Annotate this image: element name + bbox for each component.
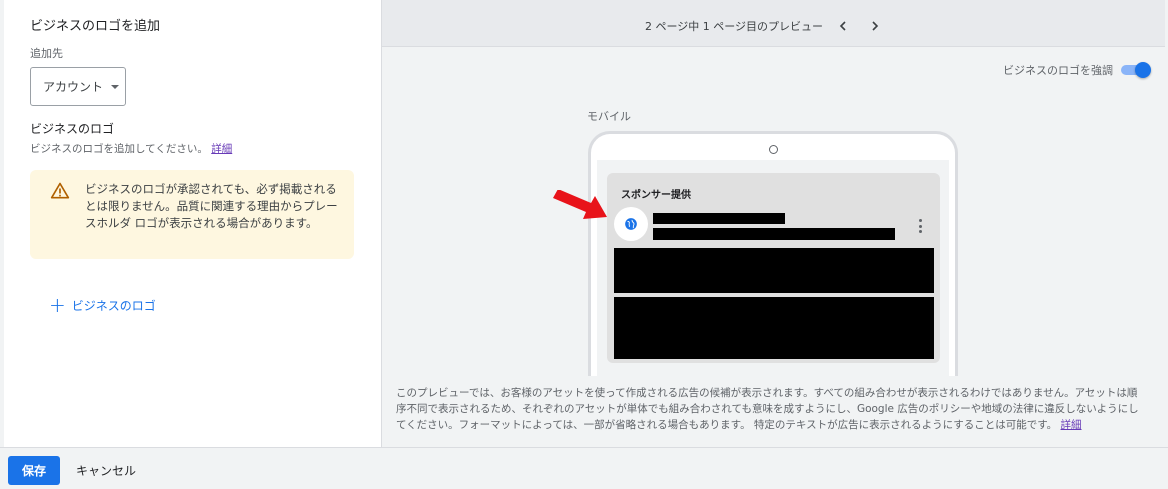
add-logo-label: ビジネスのロゴ (71, 298, 156, 313)
redacted-business-name (653, 213, 785, 224)
warning-icon (50, 182, 70, 199)
add-logo-button[interactable]: + ビジネスのロゴ (49, 295, 156, 315)
plus-icon: + (49, 293, 66, 317)
caret-down-icon (111, 84, 120, 89)
logo-subtext-label: ビジネスのロゴを追加してください。 (30, 143, 208, 155)
phone-frame: スポンサー提供 (588, 131, 958, 376)
pager: 2 ページ中 1 ページ目のプレビュー (645, 14, 887, 38)
warning-text: ビジネスのロゴが承認されても、必ず掲載されるとは限りません。品質に関連する理由か… (85, 182, 338, 230)
logo-heading: ビジネスのロゴ (30, 122, 115, 136)
preview-header: 2 ページ中 1 ページ目のプレビュー (382, 0, 1165, 47)
pager-text: 2 ページ中 1 ページ目のプレビュー (645, 20, 824, 33)
warning-box: ビジネスのロゴが承認されても、必ず掲載されるとは限りません。品質に関連する理由か… (30, 170, 354, 259)
preview-disclaimer: このプレビューでは、お客様のアセットを使って作成される広告の候補が表示されます。… (396, 385, 1146, 433)
destination-label: 追加先 (30, 47, 63, 60)
business-logo (614, 207, 648, 241)
disclaimer-details-link[interactable]: 詳細 (1061, 419, 1082, 431)
camera-icon (769, 145, 778, 154)
redacted-ad-body-2 (614, 297, 934, 359)
phone-screen: スポンサー提供 (597, 160, 949, 376)
red-arrow-annotation (553, 190, 607, 219)
logo-settings-panel: ビジネスのロゴを追加 追加先 アカウント ビジネスのロゴ ビジネスのロゴを追加し… (4, 0, 381, 447)
disclaimer-text: このプレビューでは、お客様のアセットを使って作成される広告の候補が表示されます。… (396, 387, 1139, 431)
device-label: モバイル (587, 110, 631, 123)
panel-title: ビジネスのロゴを追加 (30, 19, 161, 34)
ad-preview-card: スポンサー提供 (607, 173, 940, 363)
more-vert-icon (917, 219, 923, 233)
logo-subtext: ビジネスのロゴを追加してください。 詳細 (30, 141, 232, 156)
globe-icon (625, 218, 637, 230)
destination-dropdown[interactable]: アカウント (30, 67, 126, 106)
emphasize-logo-toggle[interactable] (1121, 62, 1151, 78)
redacted-ad-body-1 (614, 248, 934, 293)
sponsored-label: スポンサー提供 (621, 190, 691, 201)
footer-bar: 保存 キャンセル (0, 447, 1168, 489)
preview-panel: 2 ページ中 1 ページ目のプレビュー ビジネスのロゴを強調 モバイル スポンサ… (381, 0, 1165, 447)
emphasize-logo-label: ビジネスのロゴを強調 (1003, 64, 1113, 77)
cancel-button[interactable]: キャンセル (72, 456, 140, 485)
chevron-right-icon[interactable] (863, 14, 887, 38)
details-link[interactable]: 詳細 (211, 143, 232, 155)
destination-value: アカウント (43, 80, 104, 94)
chevron-left-icon[interactable] (831, 14, 855, 38)
save-button[interactable]: 保存 (8, 456, 60, 485)
redacted-headline (653, 228, 895, 240)
emphasize-logo-control: ビジネスのロゴを強調 (1003, 62, 1151, 78)
